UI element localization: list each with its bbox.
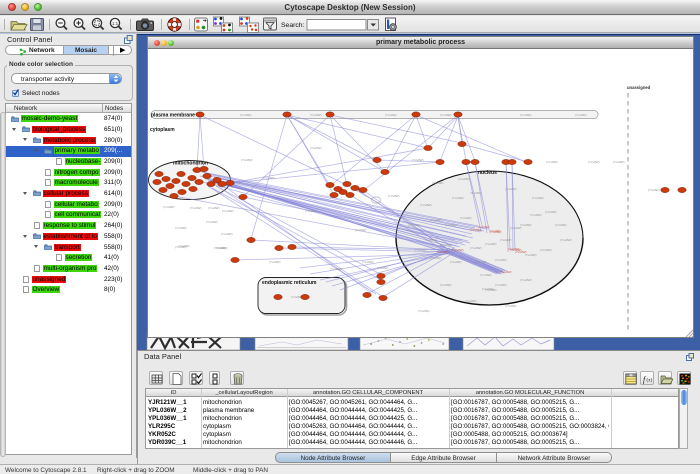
svg-text:(Yxx0W): (Yxx0W) [214,246,226,250]
svg-text:(Yxx0W): (Yxx0W) [532,196,544,200]
svg-text:(Yxx0W): (Yxx0W) [241,158,253,162]
svg-text:(Yxx0W): (Yxx0W) [588,160,600,164]
svg-text:(Yxx0W): (Yxx0W) [452,196,464,200]
svg-text:(Yxx0W): (Yxx0W) [520,278,532,282]
svg-text:(Yxx0W): (Yxx0W) [510,248,522,252]
svg-text:(Yxx0W): (Yxx0W) [489,229,501,233]
svg-text:(Yxx0W): (Yxx0W) [485,242,497,246]
svg-text:(Yxx0W): (Yxx0W) [540,248,552,252]
svg-text:(Yxx0W): (Yxx0W) [263,176,275,180]
svg-text:(Yxx0W): (Yxx0W) [520,223,532,227]
svg-text:(Yxx0W): (Yxx0W) [175,245,187,249]
svg-text:(Yxx0W): (Yxx0W) [478,225,490,229]
svg-text:(Yxx0W): (Yxx0W) [495,283,507,287]
svg-text:(Yxx0W): (Yxx0W) [465,299,477,303]
svg-text:(Yxx0W): (Yxx0W) [530,213,542,217]
svg-text:(Yxx0W): (Yxx0W) [500,238,512,242]
svg-text:(Yxx0W): (Yxx0W) [545,210,557,214]
svg-text:(Yxx0W): (Yxx0W) [440,283,452,287]
svg-text:(Yxx0W): (Yxx0W) [310,146,322,150]
svg-text:(Yxx0W): (Yxx0W) [485,288,497,292]
svg-text:(Yxx0W): (Yxx0W) [505,304,517,308]
svg-text:(x): (x) [646,378,652,383]
svg-text:(Yxx0W): (Yxx0W) [385,113,397,117]
svg-text:(Yxx0W): (Yxx0W) [221,232,233,236]
svg-text:(Yxx0W): (Yxx0W) [500,270,512,274]
svg-text:(Yxx0W): (Yxx0W) [458,177,470,181]
svg-text:Search:: Search: [281,22,305,29]
svg-text:(Yxx0W): (Yxx0W) [412,158,424,162]
svg-text:1:1: 1:1 [112,21,119,26]
svg-text:(Yxx0W): (Yxx0W) [377,266,389,270]
svg-text:(Yxx0W): (Yxx0W) [475,260,487,264]
svg-text:(Yxx0W): (Yxx0W) [362,260,374,264]
svg-text:(Yxx0W): (Yxx0W) [208,206,220,210]
svg-text:(Yxx0W): (Yxx0W) [305,209,317,213]
svg-text:endoplasmic reticulum: endoplasmic reticulum [262,280,317,286]
svg-text:(Yxx0W): (Yxx0W) [470,191,482,195]
svg-text:(Yxx0W): (Yxx0W) [430,256,442,260]
svg-text:(Yxx0W): (Yxx0W) [175,226,187,230]
svg-text:(Yxx0W): (Yxx0W) [310,113,322,117]
svg-text:(Yxx0W): (Yxx0W) [560,238,572,242]
svg-text:(Yxx0W): (Yxx0W) [440,113,452,117]
svg-text:(Yxx0W): (Yxx0W) [388,194,400,198]
svg-text:(Yxx0W): (Yxx0W) [432,181,444,185]
svg-text:(Yxx0W): (Yxx0W) [408,223,420,227]
svg-text:(Yxx0W): (Yxx0W) [425,238,437,242]
svg-text:(Yxx0W): (Yxx0W) [470,246,482,250]
svg-text:(Yxx0W): (Yxx0W) [440,243,452,247]
svg-text:(Yxx0W): (Yxx0W) [206,220,218,224]
svg-text:(Yxx0W): (Yxx0W) [555,223,567,227]
svg-text:(Yxx0W): (Yxx0W) [355,228,367,232]
svg-text:(Yxx0W): (Yxx0W) [418,309,430,313]
svg-text:(Yxx0W): (Yxx0W) [330,267,342,271]
svg-text:(Yxx0W): (Yxx0W) [613,160,625,164]
svg-text:(Yxx0W): (Yxx0W) [430,218,442,222]
svg-text:(Yxx0W): (Yxx0W) [452,248,464,252]
svg-text:(Yxx0W): (Yxx0W) [437,250,449,254]
svg-text:(Yxx0W): (Yxx0W) [648,188,660,192]
svg-text:(Yxx0W): (Yxx0W) [222,209,234,213]
svg-text:(Yxx0W): (Yxx0W) [190,206,202,210]
svg-text:(Yxx0W): (Yxx0W) [525,253,537,257]
svg-text:plasma membrane: plasma membrane [151,113,195,119]
svg-text:(Yxx0W): (Yxx0W) [460,216,472,220]
svg-text:(Yxx0W): (Yxx0W) [520,113,532,117]
svg-text:(Yxx0W): (Yxx0W) [505,187,517,191]
svg-text:(Yxx0W): (Yxx0W) [420,203,432,207]
svg-text:(Yxx0W): (Yxx0W) [575,113,587,117]
svg-text:(Yxx0W): (Yxx0W) [163,205,175,209]
svg-text:(Yxx0W): (Yxx0W) [445,223,457,227]
svg-text:nucleus: nucleus [478,170,497,176]
svg-text:(Yxx0W): (Yxx0W) [415,248,427,252]
svg-text:(Yxx0W): (Yxx0W) [269,260,281,264]
svg-text:mitochondrion: mitochondrion [173,161,208,167]
svg-text:(Yxx0W): (Yxx0W) [480,273,492,277]
svg-text:cytoplasm: cytoplasm [150,127,175,133]
svg-text:(Yxx0W): (Yxx0W) [450,260,462,264]
svg-text:(Yxx0W): (Yxx0W) [495,258,507,262]
svg-text:unassigned: unassigned [627,85,651,90]
svg-text:(Yxx0W): (Yxx0W) [546,160,558,164]
svg-text:(Yxx0W): (Yxx0W) [240,113,252,117]
